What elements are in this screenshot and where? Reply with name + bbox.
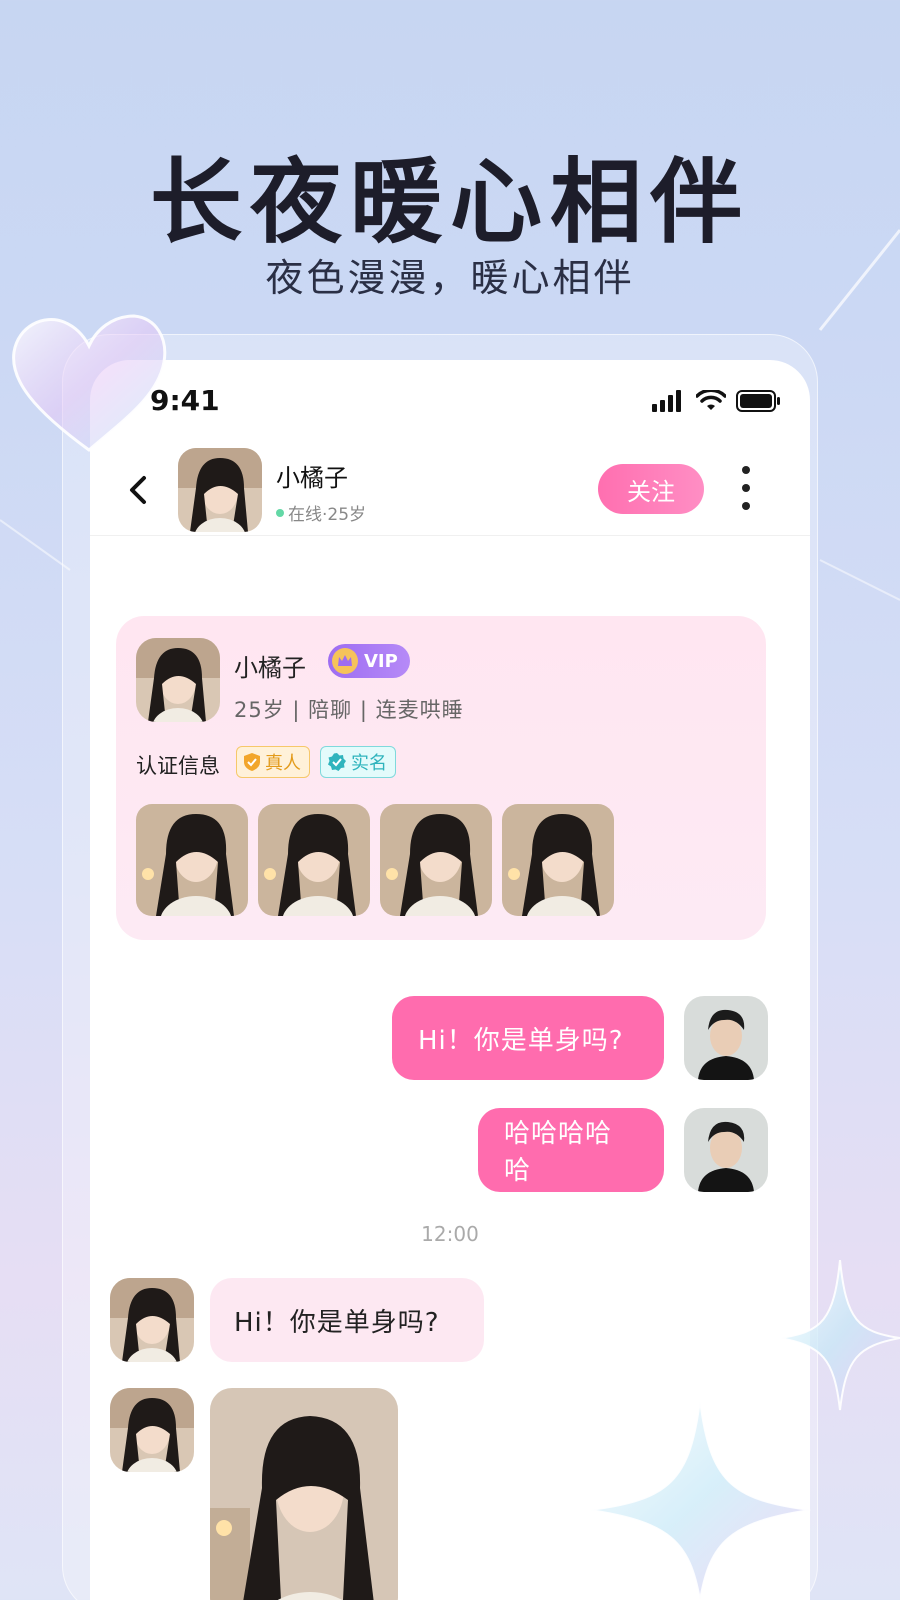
avatar xyxy=(136,638,220,722)
message-bubble-outgoing[interactable]: 哈哈哈哈哈 xyxy=(478,1108,664,1192)
profile-photo[interactable] xyxy=(136,804,248,916)
avatar[interactable] xyxy=(178,448,262,532)
card-name: 小橘子 xyxy=(234,654,306,682)
contact-status: 在线·25岁 xyxy=(288,505,367,525)
profile-photo[interactable] xyxy=(380,804,492,916)
verified-check-icon xyxy=(328,753,346,771)
contact-avatar[interactable] xyxy=(110,1388,194,1472)
heart-decoration-icon xyxy=(12,314,167,452)
verified-real-badge: 真人 xyxy=(236,746,310,778)
profile-card[interactable]: 小橘子 VIP 25岁 | 陪聊 | 连麦哄睡 认证信息 真人 实名 xyxy=(116,616,766,940)
contact-avatar[interactable] xyxy=(110,1278,194,1362)
message-bubble-incoming[interactable]: Hi！你是单身吗? xyxy=(210,1278,484,1362)
profile-photo[interactable] xyxy=(258,804,370,916)
profile-tags: 25岁 | 陪聊 | 连麦哄睡 xyxy=(234,698,464,722)
photo-grid xyxy=(136,804,614,916)
cert-label: 认证信息 xyxy=(136,754,220,778)
wifi-icon xyxy=(696,390,726,410)
chat-header: 小橘子 在线·25岁 关注 xyxy=(90,440,810,536)
battery-icon xyxy=(736,390,780,412)
vip-label: VIP xyxy=(364,650,398,672)
my-avatar[interactable] xyxy=(684,996,768,1080)
promo-subline: 夜色漫漫，暖心相伴 xyxy=(265,256,635,300)
vip-badge: VIP xyxy=(328,644,410,678)
sparkle-decoration-icon xyxy=(590,1260,900,1600)
follow-button[interactable]: 关注 xyxy=(598,464,704,514)
shield-icon xyxy=(244,753,260,771)
crown-icon xyxy=(332,648,358,674)
online-indicator xyxy=(276,508,284,517)
signal-icon xyxy=(652,390,681,412)
profile-photo[interactable] xyxy=(502,804,614,916)
verified-name-badge: 实名 xyxy=(320,746,396,778)
message-timestamp: 12:00 xyxy=(421,1222,479,1246)
contact-name: 小橘子 xyxy=(276,464,348,492)
promo-headline: 长夜暖心相伴 xyxy=(149,149,750,256)
my-avatar[interactable] xyxy=(684,1108,768,1192)
more-options-icon[interactable] xyxy=(736,466,756,510)
photo-message[interactable] xyxy=(210,1388,398,1600)
message-bubble-outgoing[interactable]: Hi！你是单身吗? xyxy=(392,996,664,1080)
status-bar: 9:41 xyxy=(90,360,810,440)
back-arrow-icon[interactable] xyxy=(118,470,158,510)
